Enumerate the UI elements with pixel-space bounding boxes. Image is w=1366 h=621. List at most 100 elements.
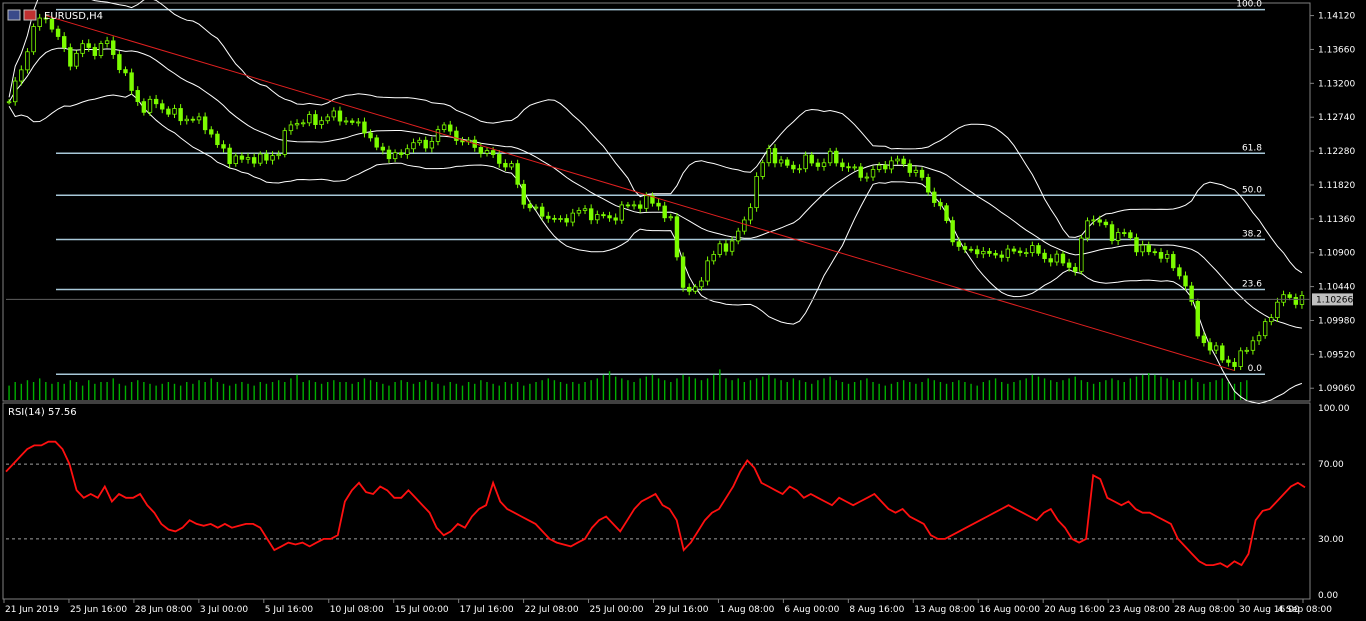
candle (907, 159, 912, 177)
candle (1109, 220, 1115, 245)
candle (668, 213, 674, 221)
candle (576, 207, 582, 217)
candle (552, 214, 557, 223)
rsi-tick-label: 0.00 (1318, 591, 1338, 601)
price-tick-label: 1.10440 (1318, 283, 1355, 293)
trendline (45, 15, 1235, 372)
candle (386, 145, 392, 163)
candle (153, 94, 159, 109)
candle (245, 153, 251, 164)
candle (1207, 338, 1213, 355)
candle (827, 148, 833, 167)
time-tick-label: 17 Jul 16:00 (460, 605, 514, 615)
candle (754, 172, 759, 212)
candle (840, 158, 845, 172)
candle (288, 120, 294, 135)
candle (809, 151, 814, 167)
candle (515, 159, 520, 189)
time-tick-label: 13 Aug 08:00 (914, 605, 975, 615)
candle (588, 204, 594, 225)
current-price-label: 1.10266 (1316, 295, 1353, 305)
candle (448, 120, 453, 136)
candle (766, 144, 772, 167)
candle (123, 66, 128, 76)
time-tick-label: 8 Aug 16:00 (849, 605, 904, 615)
candle (723, 239, 729, 256)
candle (166, 106, 171, 118)
candle (1195, 298, 1200, 339)
time-tick-label: 6 Aug 00:00 (784, 605, 839, 615)
candle (913, 166, 919, 177)
candle (1232, 358, 1237, 371)
candle (797, 164, 802, 174)
candle (1158, 248, 1164, 263)
flag-icon (23, 9, 37, 21)
time-tick-label: 28 Jun 08:00 (135, 605, 192, 615)
candle (349, 118, 355, 126)
price-tick-label: 1.13660 (1318, 45, 1355, 55)
candle (742, 216, 747, 235)
candle (74, 50, 79, 70)
price-tick-label: 1.14120 (1318, 12, 1355, 22)
candle (1269, 313, 1274, 326)
candle (981, 247, 986, 259)
time-tick-label: 16 Aug 00:00 (979, 605, 1040, 615)
candle (570, 208, 575, 227)
candle (717, 240, 723, 258)
time-tick-label: 28 Aug 08:00 (1174, 605, 1235, 615)
time-tick-label: 22 Jul 08:00 (525, 605, 579, 615)
candle (613, 213, 618, 225)
candle (674, 213, 680, 261)
candle (558, 215, 563, 223)
candle (564, 214, 569, 227)
candle (650, 192, 655, 207)
price-tick-label: 1.10900 (1318, 249, 1355, 259)
time-tick-label: 10 Jul 08:00 (330, 605, 384, 615)
candle (1293, 293, 1299, 309)
candle (889, 156, 894, 174)
candle (870, 165, 876, 181)
candle (1048, 254, 1053, 267)
candle (264, 150, 269, 165)
candle (1011, 246, 1017, 255)
symbol-label: EURUSD,H4 (44, 11, 103, 22)
candle (190, 116, 196, 123)
candle (778, 156, 784, 167)
candle (37, 13, 42, 31)
candle (503, 159, 508, 172)
candle (307, 111, 312, 127)
symbol-title[interactable]: EURUSD,H4 (7, 9, 103, 22)
candle (276, 150, 281, 160)
candle (460, 136, 465, 146)
candle (711, 250, 716, 265)
candle (1256, 331, 1262, 346)
candle (92, 43, 98, 60)
chart-root: 100.061.850.038.223.60.0 1.141201.136601… (2, 0, 1355, 615)
candle (834, 147, 839, 167)
candle (582, 205, 588, 215)
candle (454, 126, 459, 145)
bollinger-bands (8, 0, 1303, 405)
candle (62, 32, 67, 52)
candle (184, 115, 189, 125)
candle (1183, 271, 1188, 291)
price-tick-label: 1.11820 (1318, 181, 1355, 191)
candle (1060, 251, 1066, 267)
price-axis: 1.14120 1.13660 1.13200 1.12740 1.12280 1.118… (6, 12, 1355, 394)
rsi-tick-label: 70.00 (1318, 460, 1344, 470)
candle (374, 134, 379, 151)
candle (932, 187, 937, 207)
candle (1275, 297, 1280, 323)
candle (1220, 342, 1225, 363)
bollinger-middle-line (8, 47, 1302, 329)
candle (31, 23, 36, 55)
candle (399, 149, 404, 158)
candle (883, 161, 888, 174)
candle (944, 203, 949, 224)
candle (1152, 248, 1158, 256)
trendline-segment[interactable] (45, 15, 1235, 372)
candle (999, 250, 1004, 262)
candle (1036, 242, 1041, 256)
candle (111, 36, 116, 59)
time-tick-label: 1 Aug 08:00 (719, 605, 774, 615)
